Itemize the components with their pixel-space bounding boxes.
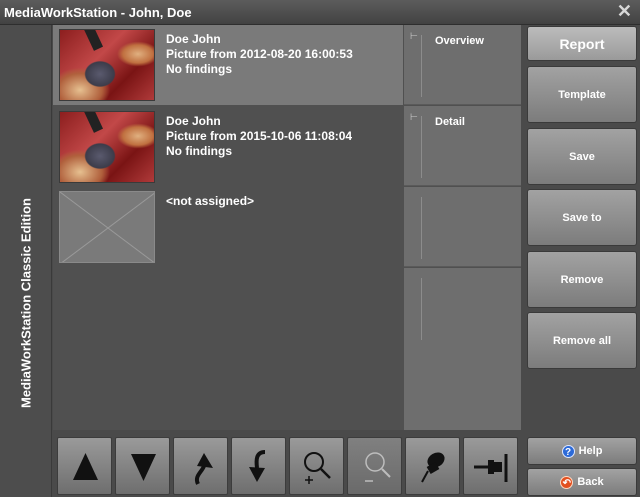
zoom-out-button[interactable] [347, 437, 402, 495]
picture-date: Picture from 2015-10-06 11:08:04 [166, 129, 353, 143]
move-down-button[interactable] [115, 437, 170, 495]
window-title: MediaWorkStation - John, Doe [4, 5, 192, 20]
help-icon: ? [561, 444, 575, 458]
save-button-label: Save [569, 150, 595, 163]
back-button[interactable]: ↶ Back [527, 468, 637, 496]
help-button[interactable]: ? Help [527, 437, 637, 465]
arrow-up-icon [73, 453, 98, 480]
report-button[interactable]: Report [527, 26, 637, 61]
assign-button[interactable] [463, 437, 518, 495]
move-to-bottom-button[interactable] [231, 437, 286, 495]
report-button-label: Report [559, 35, 605, 52]
pin-icon: ⊢ [410, 112, 418, 122]
pin-icon: ⊢ [410, 31, 418, 41]
template-button-label: Template [558, 88, 606, 101]
picture-thumbnail[interactable] [59, 111, 155, 183]
arrow-down-icon [131, 454, 156, 481]
report-slot-detail[interactable]: ⊢ Detail [404, 106, 521, 186]
zoom-in-button[interactable] [289, 437, 344, 495]
picture-findings: No findings [166, 62, 232, 76]
report-slot-overview[interactable]: ⊢ Overview [404, 25, 521, 105]
picture-row[interactable]: Doe John Picture from 2015-10-06 11:08:0… [53, 107, 403, 187]
patient-name: <not assigned> [166, 194, 255, 208]
zoom-out-icon [365, 452, 391, 482]
title-bar: MediaWorkStation - John, Doe ✕ [0, 0, 640, 25]
slot-label: Overview [435, 35, 484, 47]
picture-row[interactable]: Doe John Picture from 2012-08-20 16:00:5… [53, 25, 403, 105]
picture-info: <not assigned> [166, 194, 254, 209]
remove-button[interactable]: Remove [527, 251, 637, 308]
help-button-label: Help [578, 445, 603, 457]
picture-info: Doe John Picture from 2012-08-20 16:00:5… [166, 32, 353, 77]
move-up-button[interactable] [57, 437, 112, 495]
remove-button-label: Remove [560, 273, 604, 286]
back-button-label: Back [577, 476, 604, 488]
slot-area [404, 345, 521, 430]
back-icon: ↶ [560, 475, 574, 489]
picture-thumbnail[interactable] [59, 29, 155, 101]
picture-list: Doe John Picture from 2012-08-20 16:00:5… [53, 25, 521, 430]
close-icon[interactable]: ✕ [617, 1, 632, 22]
curved-arrow-up-icon [194, 453, 213, 485]
pin-slot-icon [474, 454, 508, 482]
placeholder-cross-icon [60, 192, 154, 262]
report-slot-empty[interactable] [404, 187, 521, 267]
picture-toolbar [53, 430, 521, 497]
curved-arrow-down-icon [249, 450, 266, 482]
empty-thumbnail[interactable] [59, 191, 155, 263]
picture-info: Doe John Picture from 2015-10-06 11:08:0… [166, 114, 352, 159]
picture-row[interactable]: <not assigned> [53, 187, 403, 267]
template-button[interactable]: Template [527, 66, 637, 123]
remove-all-button[interactable]: Remove all [527, 312, 637, 369]
save-to-button-label: Save to [562, 211, 602, 224]
slot-label: Detail [435, 116, 465, 128]
move-to-top-button[interactable] [173, 437, 228, 495]
patient-name: Doe John [166, 32, 221, 46]
zoom-in-icon [304, 452, 331, 484]
save-to-button[interactable]: Save to [527, 189, 637, 246]
edition-label: MediaWorkStation Classic Edition [18, 198, 34, 408]
picture-findings: No findings [166, 144, 232, 158]
pushpin-icon [421, 452, 445, 483]
patient-name: Doe John [166, 114, 221, 128]
sidebar: MediaWorkStation Classic Edition [0, 25, 52, 497]
pin-button[interactable] [405, 437, 460, 495]
action-panel: Report Template Save Save to Remove Remo… [522, 25, 640, 497]
report-slot-empty[interactable] [404, 268, 521, 348]
save-button[interactable]: Save [527, 128, 637, 185]
remove-all-button-label: Remove all [552, 334, 612, 347]
picture-date: Picture from 2012-08-20 16:00:53 [166, 47, 353, 61]
